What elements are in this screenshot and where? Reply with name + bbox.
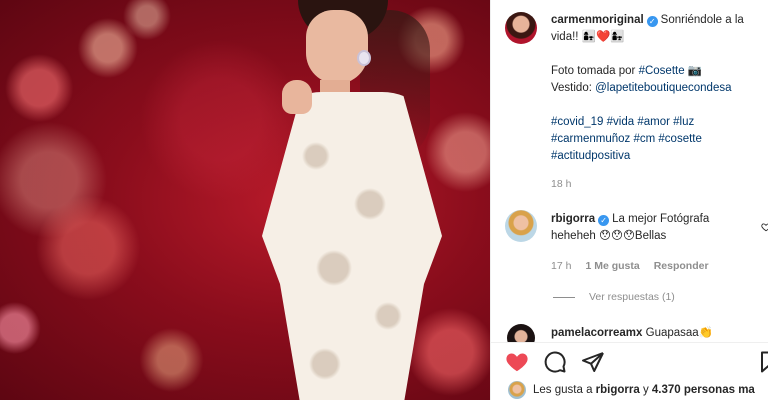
photo-credit-prefix: Foto tomada por	[551, 65, 639, 77]
post-side-panel: carmenmoriginal ✓ Sonriéndole a la vida!! …	[490, 0, 768, 400]
hashtag-link[interactable]: #amor	[637, 116, 670, 128]
heart-icon[interactable]	[505, 350, 529, 374]
liker-avatar[interactable]	[507, 380, 527, 400]
hashtags-line-2: #carmenmuñoz #cm #cosette	[551, 131, 702, 148]
liker-username[interactable]: rbigorra	[596, 384, 640, 396]
comment-meta: 17 h 1 Me gusta Responder	[551, 258, 723, 275]
author-avatar[interactable]	[505, 12, 537, 44]
hashtags-line-1: #covid_19 #vida #amor #luz	[551, 114, 694, 131]
post-photo[interactable]	[0, 0, 490, 400]
hashtag-link[interactable]: #Cosette	[639, 65, 685, 77]
likes-prefix: Les gusta a	[533, 384, 596, 396]
commenter-avatar[interactable]	[505, 210, 537, 242]
verified-badge-icon: ✓	[646, 16, 658, 27]
hashtag-link[interactable]: #cm	[633, 133, 655, 145]
caption-text: Sonriéndole a la	[660, 14, 744, 26]
comment-text: La mejor Fotógrafa	[612, 213, 710, 225]
hashtag-link[interactable]: #luz	[673, 116, 694, 128]
comment-timestamp[interactable]: 17 h	[551, 260, 571, 272]
photo-credit: Foto tomada por #Cosette 📷	[551, 63, 702, 80]
hashtag-link[interactable]: #covid_19	[551, 116, 603, 128]
comment-first-line: rbigorra ✓ La mejor Fotógrafa	[551, 211, 766, 228]
comment-line: pamelacorreamx Guapasaa👏	[551, 325, 713, 342]
face-shape	[306, 10, 368, 84]
comment-likes-count[interactable]: 1 Me gusta	[585, 260, 639, 272]
author-username[interactable]: carmenmoriginal	[551, 14, 644, 26]
replies-divider	[553, 297, 575, 298]
hashtag-link[interactable]: #actitudpositiva	[551, 150, 630, 162]
view-replies-button[interactable]: Ver respuestas (1)	[553, 289, 675, 306]
hand-shape	[282, 80, 312, 114]
likes-count[interactable]: 4.370 personas ma	[652, 384, 755, 396]
likes-summary[interactable]: Les gusta a rbigorra y 4.370 personas ma	[533, 382, 755, 399]
dress-credit: Vestido: @lapetiteboutiquecondesa	[551, 80, 732, 97]
comment-text: Guapasaa👏	[645, 327, 714, 339]
hashtag-link[interactable]: #cosette	[658, 133, 701, 145]
post-timestamp[interactable]: 18 h	[551, 176, 571, 193]
mention-link[interactable]: @lapetiteboutiquecondesa	[595, 82, 731, 94]
comment-like-heart-icon[interactable]	[761, 222, 768, 232]
likes-middle: y	[639, 384, 652, 396]
reply-button[interactable]: Responder	[654, 260, 709, 272]
bookmark-icon[interactable]	[757, 350, 768, 374]
post-actions-bar	[491, 342, 768, 378]
verified-badge-icon: ✓	[598, 215, 610, 226]
camera-emoji: 📷	[684, 65, 703, 77]
dress-prefix: Vestido:	[551, 82, 596, 94]
lace-dress-shape	[262, 92, 442, 400]
commenter-username[interactable]: rbigorra	[551, 213, 595, 225]
earring-shape	[357, 50, 371, 66]
hashtag-link[interactable]: #carmenmuñoz	[551, 133, 630, 145]
hashtags-line-3: #actitudpositiva	[551, 148, 630, 165]
caption-second-line: vida!! 👩‍👧❤️👩‍👧	[551, 31, 625, 43]
hashtag-link[interactable]: #vida	[607, 116, 635, 128]
comment-icon[interactable]	[543, 350, 567, 374]
commenter-username[interactable]: pamelacorreamx	[551, 327, 642, 339]
comment-second-line: heheheh 😯😯😯Bellas	[551, 230, 667, 242]
share-icon[interactable]	[581, 350, 605, 374]
view-replies-label: Ver respuestas (1)	[589, 291, 675, 303]
caption-first-line: carmenmoriginal ✓ Sonriéndole a la	[551, 12, 766, 29]
